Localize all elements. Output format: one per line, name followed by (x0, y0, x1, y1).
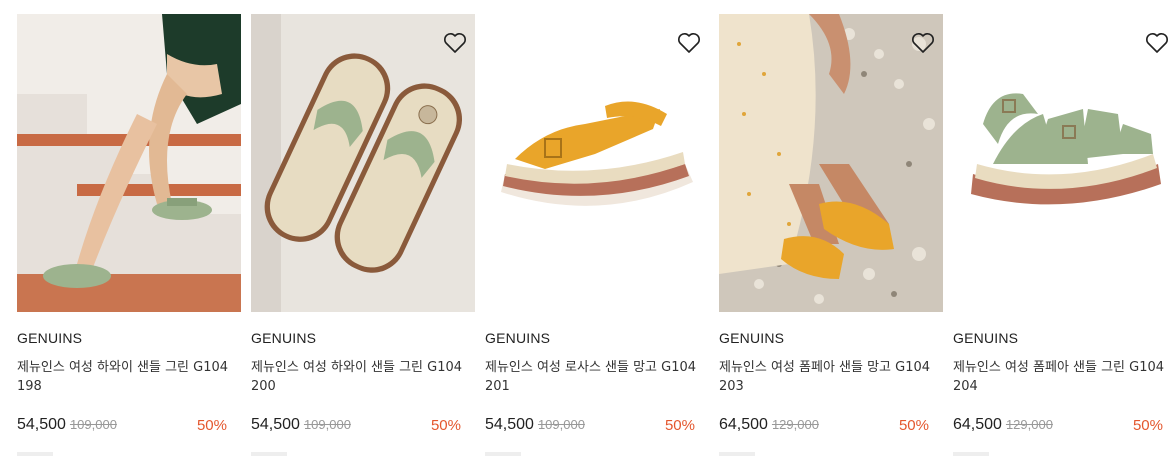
product-grid: GENUINS 제뉴인스 여성 하와이 샌들 그린 G104198 54,500… (17, 14, 1172, 456)
discount-rate: 50% (664, 417, 695, 434)
product-card[interactable]: GENUINS 제뉴인스 여성 하와이 샌들 그린 G104200 54,500… (251, 14, 475, 456)
product-brand[interactable]: GENUINS (719, 330, 784, 346)
product-brand[interactable]: GENUINS (485, 330, 550, 346)
price-row: 54,500 109,000 50% (485, 416, 697, 438)
product-image[interactable] (485, 14, 709, 312)
product-card[interactable]: GENUINS 제뉴인스 여성 폼페아 샌들 망고 G104203 64,500… (719, 14, 943, 456)
heart-outline-icon[interactable] (443, 32, 467, 54)
sale-price: 64,500 (953, 416, 1002, 433)
original-price: 129,000 (771, 417, 819, 432)
discount-rate: 50% (196, 417, 227, 434)
price-row: 54,500 109,000 50% (17, 416, 229, 438)
price-row: 64,500 129,000 50% (953, 416, 1165, 438)
original-price: 109,000 (303, 417, 351, 432)
color-swatch (719, 452, 755, 456)
product-name[interactable]: 제뉴인스 여성 하와이 샌들 그린 G104200 (251, 358, 463, 396)
product-image[interactable] (251, 14, 475, 312)
product-brand[interactable]: GENUINS (251, 330, 316, 346)
heart-outline-icon[interactable] (1145, 32, 1169, 54)
product-name[interactable]: 제뉴인스 여성 하와이 샌들 그린 G104198 (17, 358, 229, 396)
original-price: 129,000 (1005, 417, 1053, 432)
discount-rate: 50% (430, 417, 461, 434)
color-swatch (17, 452, 53, 456)
product-brand[interactable]: GENUINS (953, 330, 1018, 346)
original-price: 109,000 (537, 417, 585, 432)
sale-price: 54,500 (251, 416, 300, 433)
sale-price: 54,500 (17, 416, 66, 433)
product-image[interactable] (17, 14, 241, 312)
product-image[interactable] (953, 14, 1172, 312)
product-card[interactable]: GENUINS 제뉴인스 여성 로사스 샌들 망고 G104201 54,500… (485, 14, 709, 456)
product-image[interactable] (719, 14, 943, 312)
product-name[interactable]: 제뉴인스 여성 로사스 샌들 망고 G104201 (485, 358, 697, 396)
discount-rate: 50% (898, 417, 929, 434)
color-swatch (953, 452, 989, 456)
original-price: 109,000 (69, 417, 117, 432)
heart-outline-icon[interactable] (911, 32, 935, 54)
product-card[interactable]: GENUINS 제뉴인스 여성 폼페아 샌들 그린 G104204 64,500… (953, 14, 1172, 456)
sale-price: 54,500 (485, 416, 534, 433)
sale-price: 64,500 (719, 416, 768, 433)
price-row: 64,500 129,000 50% (719, 416, 931, 438)
price-row: 54,500 109,000 50% (251, 416, 463, 438)
product-brand[interactable]: GENUINS (17, 330, 82, 346)
heart-outline-icon[interactable] (677, 32, 701, 54)
color-swatch (251, 452, 287, 456)
product-card[interactable]: GENUINS 제뉴인스 여성 하와이 샌들 그린 G104198 54,500… (17, 14, 241, 456)
product-name[interactable]: 제뉴인스 여성 폼페아 샌들 그린 G104204 (953, 358, 1165, 396)
product-name[interactable]: 제뉴인스 여성 폼페아 샌들 망고 G104203 (719, 358, 931, 396)
color-swatch (485, 452, 521, 456)
discount-rate: 50% (1132, 417, 1163, 434)
